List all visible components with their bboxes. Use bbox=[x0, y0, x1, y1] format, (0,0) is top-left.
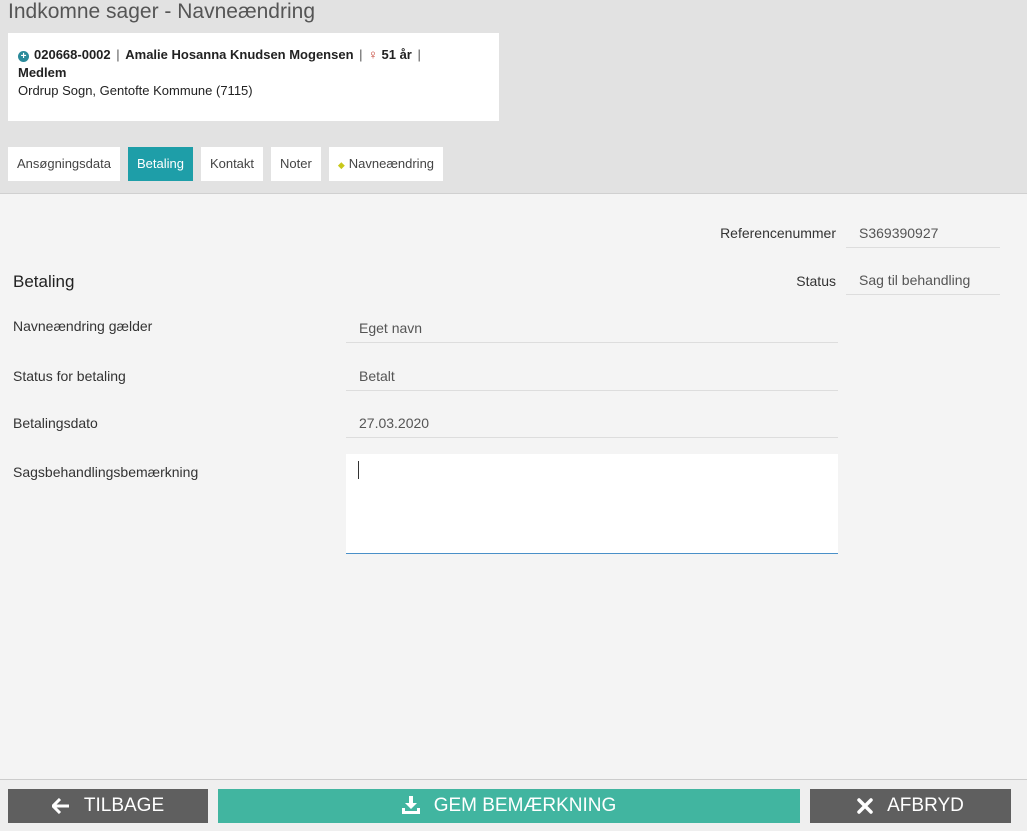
cancel-button-label: AFBRYD bbox=[887, 795, 964, 816]
diamond-icon: ◆ bbox=[337, 160, 345, 170]
save-remark-button[interactable]: GEM BEMÆRKNING bbox=[218, 789, 800, 823]
payment-status-label: Status for betaling bbox=[13, 368, 126, 384]
name-change-applies-label: Navneændring gælder bbox=[13, 318, 153, 334]
tab-bar: Ansøgningsdata Betaling Kontakt Noter ◆ N… bbox=[8, 147, 444, 181]
tab-betaling[interactable]: Betaling bbox=[127, 147, 193, 181]
person-membership: Medlem bbox=[18, 65, 67, 80]
status-label: Status bbox=[796, 273, 836, 289]
person-location: Ordrup Sogn, Gentofte Kommune (7115) bbox=[18, 83, 253, 98]
status-value: Sag til behandling bbox=[846, 265, 1000, 295]
page-title: Indkomne sager - Navneændring bbox=[8, 0, 316, 23]
name-change-applies-value: Eget navn bbox=[346, 313, 838, 343]
download-icon bbox=[401, 796, 420, 814]
remark-textarea[interactable] bbox=[346, 454, 838, 554]
payment-date-value: 27.03.2020 bbox=[346, 408, 838, 438]
remark-label: Sagsbehandlingsbemærkning bbox=[13, 464, 199, 480]
payment-date-label: Betalingsdato bbox=[13, 415, 98, 431]
close-icon bbox=[857, 798, 873, 814]
arrow-left-icon bbox=[51, 797, 69, 815]
reference-label: Referencenummer bbox=[720, 225, 836, 241]
save-remark-button-label: GEM BEMÆRKNING bbox=[433, 795, 617, 816]
back-button-label: TILBAGE bbox=[83, 795, 165, 816]
person-name: Amalie Hosanna Knudsen Mogensen bbox=[125, 47, 354, 62]
main-content: Referencenummer S369390927 Status Sag ti… bbox=[0, 195, 1027, 779]
person-line-1: +020668-0002 | Amalie Hosanna Knudsen Mo… bbox=[18, 46, 489, 64]
tab-noter[interactable]: Noter bbox=[271, 147, 321, 181]
tab-navneaendring[interactable]: ◆ Navneændring bbox=[328, 147, 444, 181]
female-icon: ♀ bbox=[368, 47, 378, 62]
expand-plus-icon[interactable]: + bbox=[18, 51, 29, 62]
tab-navneaendring-label: Navneændring bbox=[348, 156, 435, 171]
person-id: 020668-0002 bbox=[34, 47, 111, 62]
person-age: 51 år bbox=[381, 47, 412, 62]
person-card: +020668-0002 | Amalie Hosanna Knudsen Mo… bbox=[8, 33, 499, 121]
reference-value: S369390927 bbox=[846, 218, 1000, 248]
text-caret bbox=[358, 461, 359, 479]
case-header: Indkomne sager - Navneændring +020668-00… bbox=[0, 0, 1027, 194]
payment-status-value: Betalt bbox=[346, 361, 838, 391]
section-title: Betaling bbox=[13, 272, 75, 291]
footer-bar: TILBAGE GEM BEMÆRKNING AFBRYD bbox=[0, 779, 1027, 831]
tab-ansoegningsdata[interactable]: Ansøgningsdata bbox=[8, 147, 120, 181]
tab-kontakt[interactable]: Kontakt bbox=[200, 147, 264, 181]
cancel-button[interactable]: AFBRYD bbox=[810, 789, 1011, 823]
back-button[interactable]: TILBAGE bbox=[8, 789, 208, 823]
